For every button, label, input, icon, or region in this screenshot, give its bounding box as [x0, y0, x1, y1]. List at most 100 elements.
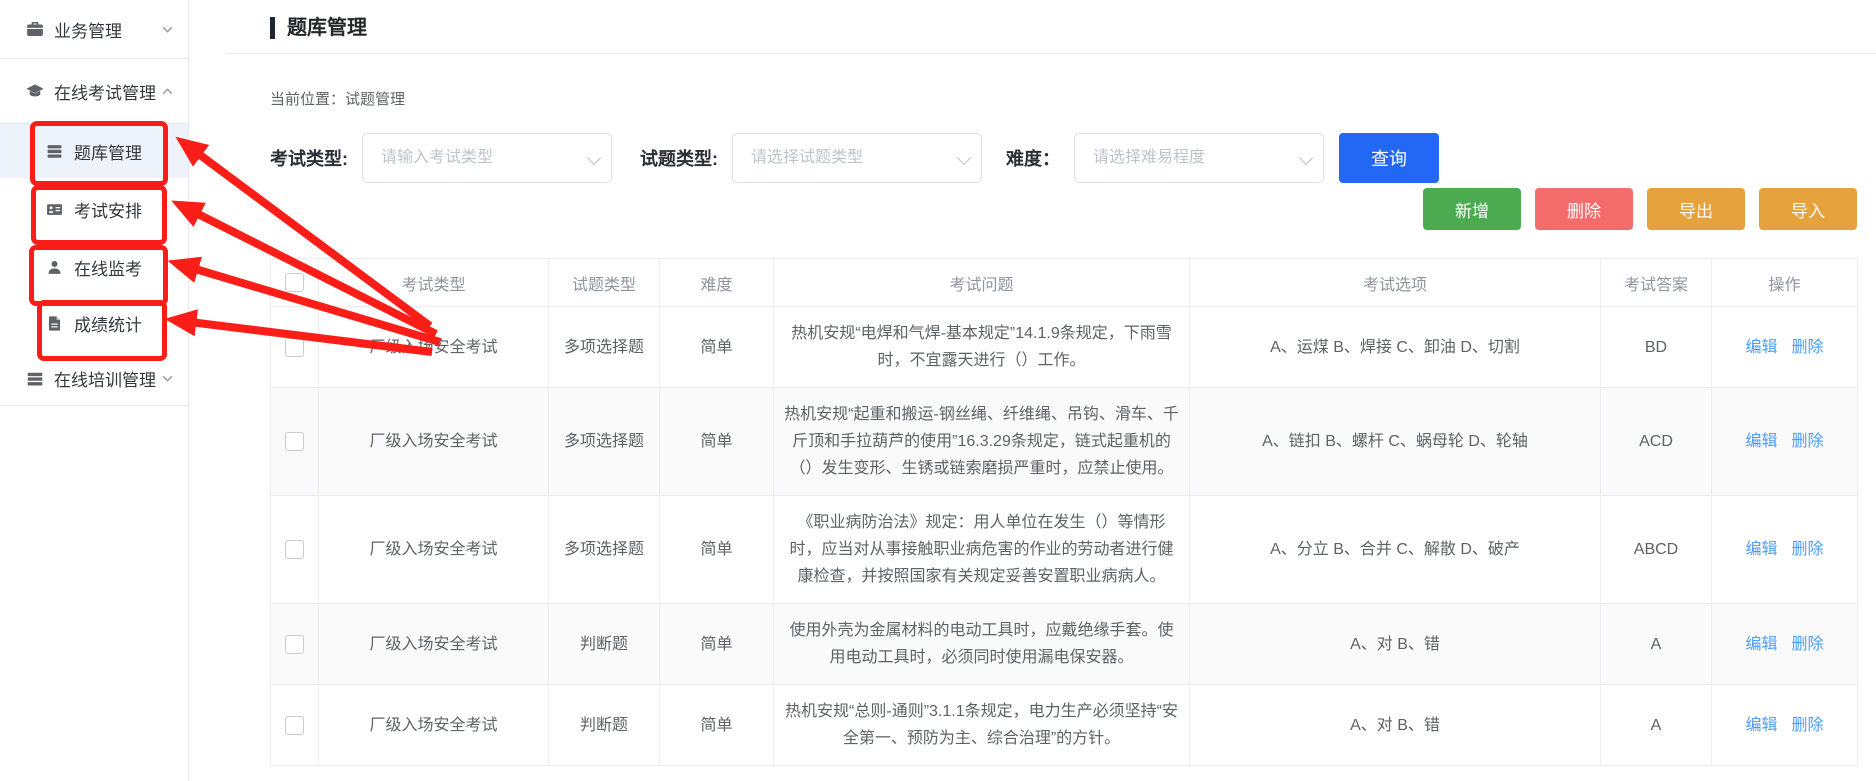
- table-header-row: 考试类型 试题类型 难度 考试问题 考试选项 考试答案 操作: [271, 259, 1858, 307]
- main-content: 题库管理 当前位置：试题管理 考试类型: 试题类型: 难度： 查询 新增: [226, 0, 1876, 781]
- cell-question-type: 判断题: [549, 604, 660, 685]
- cell-options: A、分立 B、合并 C、解散 D、破产: [1190, 496, 1601, 604]
- cell-question: 热机安规“总则-通则”3.1.1条规定，电力生产必须坚持“安全第一、预防为主、综…: [774, 685, 1190, 766]
- cell-exam-type: 厂级入场安全考试: [319, 685, 549, 766]
- column-header-difficulty: 难度: [660, 259, 774, 307]
- cell-answer: A: [1601, 604, 1712, 685]
- breadcrumb: 当前位置：试题管理: [270, 88, 1857, 107]
- sidebar-item-label: 在线考试管理: [54, 79, 156, 104]
- delete-link[interactable]: 删除: [1792, 339, 1824, 356]
- chevron-down-icon: [587, 151, 601, 165]
- cell-difficulty: 简单: [660, 685, 774, 766]
- cell-question: 热机安规“电焊和气焊-基本规定”14.1.9条规定，下雨雪时，不宜露天进行（）工…: [774, 307, 1190, 388]
- question-type-select-field[interactable]: [749, 148, 943, 168]
- edit-link[interactable]: 编辑: [1745, 433, 1777, 450]
- edit-link[interactable]: 编辑: [1745, 636, 1777, 653]
- difficulty-select[interactable]: [1074, 133, 1324, 183]
- column-header-question: 考试问题: [774, 259, 1190, 307]
- title-accent-bar: [270, 17, 275, 39]
- cell-exam-type: 厂级入场安全考试: [319, 604, 549, 685]
- proctor-person-icon: [46, 259, 64, 276]
- sidebar-item-exam-schedule[interactable]: 考试安排: [0, 182, 188, 236]
- row-checkbox[interactable]: [285, 338, 304, 357]
- sidebar-item-online-proctor[interactable]: 在线监考: [0, 240, 188, 294]
- question-table: 考试类型 试题类型 难度 考试问题 考试选项 考试答案 操作 厂级入场安全考试多…: [270, 258, 1857, 766]
- sidebar-item-online-exam-management[interactable]: 在线考试管理: [0, 59, 188, 123]
- row-checkbox[interactable]: [285, 716, 304, 735]
- cell-exam-type: 厂级入场安全考试: [319, 496, 549, 604]
- action-bar: 新增 删除 导出 导入: [270, 188, 1857, 230]
- sidebar-item-label: 在线培训管理: [54, 366, 156, 391]
- header-divider: [226, 53, 1876, 54]
- sidebar-item-business-management[interactable]: 业务管理: [0, 0, 188, 58]
- cell-question: 使用外壳为金属材料的电动工具时，应戴绝缘手套。使用电动工具时，必须同时使用漏电保…: [774, 604, 1190, 685]
- cell-operations: 编辑删除: [1712, 307, 1858, 388]
- filter-bar: 考试类型: 试题类型: 难度： 查询: [270, 133, 1857, 183]
- edit-link[interactable]: 编辑: [1745, 717, 1777, 734]
- cell-operations: 编辑删除: [1712, 388, 1858, 496]
- exam-type-input[interactable]: [362, 133, 612, 183]
- query-button[interactable]: 查询: [1339, 133, 1439, 183]
- select-all-checkbox[interactable]: [285, 273, 304, 292]
- column-header-exam-type: 考试类型: [319, 259, 549, 307]
- page-header: 题库管理: [270, 14, 1857, 42]
- chevron-down-icon: [161, 23, 174, 36]
- sidebar-item-label: 题库管理: [74, 139, 142, 164]
- cell-question-type: 判断题: [549, 685, 660, 766]
- cell-operations: 编辑删除: [1712, 496, 1858, 604]
- question-type-select[interactable]: [732, 133, 982, 183]
- cell-difficulty: 简单: [660, 388, 774, 496]
- column-header-options: 考试选项: [1190, 259, 1601, 307]
- table-row: 厂级入场安全考试多项选择题简单热机安规“起重和搬运-钢丝绳、纤维绳、吊钩、滑车、…: [271, 388, 1858, 496]
- row-checkbox[interactable]: [285, 540, 304, 559]
- difficulty-select-field[interactable]: [1091, 148, 1285, 168]
- score-stats-document-icon: [46, 315, 64, 332]
- row-checkbox[interactable]: [285, 635, 304, 654]
- import-button[interactable]: 导入: [1759, 188, 1857, 230]
- edit-link[interactable]: 编辑: [1745, 541, 1777, 558]
- cell-question-type: 多项选择题: [549, 307, 660, 388]
- chevron-down-icon: [161, 372, 174, 385]
- sidebar-item-question-bank[interactable]: 题库管理: [0, 124, 188, 178]
- cell-options: A、运煤 B、焊接 C、卸油 D、切割: [1190, 307, 1601, 388]
- delete-link[interactable]: 删除: [1792, 717, 1824, 734]
- delete-link[interactable]: 删除: [1792, 541, 1824, 558]
- sidebar-item-label: 业务管理: [54, 17, 122, 42]
- table-row: 厂级入场安全考试多项选择题简单热机安规“电焊和气焊-基本规定”14.1.9条规定…: [271, 307, 1858, 388]
- chevron-down-icon: [957, 151, 971, 165]
- sidebar-item-score-statistics[interactable]: 成绩统计: [0, 296, 188, 350]
- training-list-icon: [26, 370, 44, 388]
- cell-answer: A: [1601, 685, 1712, 766]
- delete-link[interactable]: 删除: [1792, 636, 1824, 653]
- cell-exam-type: 厂级入场安全考试: [319, 388, 549, 496]
- cell-difficulty: 简单: [660, 307, 774, 388]
- cell-difficulty: 简单: [660, 496, 774, 604]
- sidebar-item-label: 在线监考: [74, 255, 142, 280]
- column-header-question-type: 试题类型: [549, 259, 660, 307]
- table-row: 厂级入场安全考试多项选择题简单《职业病防治法》规定：用人单位在发生（）等情形时，…: [271, 496, 1858, 604]
- delete-button[interactable]: 删除: [1535, 188, 1633, 230]
- add-button[interactable]: 新增: [1423, 188, 1521, 230]
- cell-question: 热机安规“起重和搬运-钢丝绳、纤维绳、吊钩、滑车、千斤顶和手拉葫芦的使用”16.…: [774, 388, 1190, 496]
- cell-options: A、对 B、错: [1190, 685, 1601, 766]
- cell-operations: 编辑删除: [1712, 604, 1858, 685]
- chevron-down-icon: [1299, 151, 1313, 165]
- exam-schedule-icon: [46, 201, 64, 218]
- sidebar-item-label: 考试安排: [74, 197, 142, 222]
- cell-options: A、对 B、错: [1190, 604, 1601, 685]
- row-checkbox[interactable]: [285, 432, 304, 451]
- cell-answer: ACD: [1601, 388, 1712, 496]
- cell-answer: ABCD: [1601, 496, 1712, 604]
- exam-type-input-field[interactable]: [379, 148, 573, 168]
- sidebar-item-online-training-management[interactable]: 在线培训管理: [0, 352, 188, 405]
- edit-link[interactable]: 编辑: [1745, 339, 1777, 356]
- table-row: 厂级入场安全考试判断题简单热机安规“总则-通则”3.1.1条规定，电力生产必须坚…: [271, 685, 1858, 766]
- cell-exam-type: 厂级入场安全考试: [319, 307, 549, 388]
- sidebar: 业务管理 在线考试管理 题库管理 考试安排: [0, 0, 189, 781]
- cell-answer: BD: [1601, 307, 1712, 388]
- cell-question: 《职业病防治法》规定：用人单位在发生（）等情形时，应当对从事接触职业病危害的作业…: [774, 496, 1190, 604]
- exam-type-label: 考试类型:: [270, 145, 348, 171]
- delete-link[interactable]: 删除: [1792, 433, 1824, 450]
- page: 业务管理 在线考试管理 题库管理 考试安排: [0, 0, 1876, 781]
- export-button[interactable]: 导出: [1647, 188, 1745, 230]
